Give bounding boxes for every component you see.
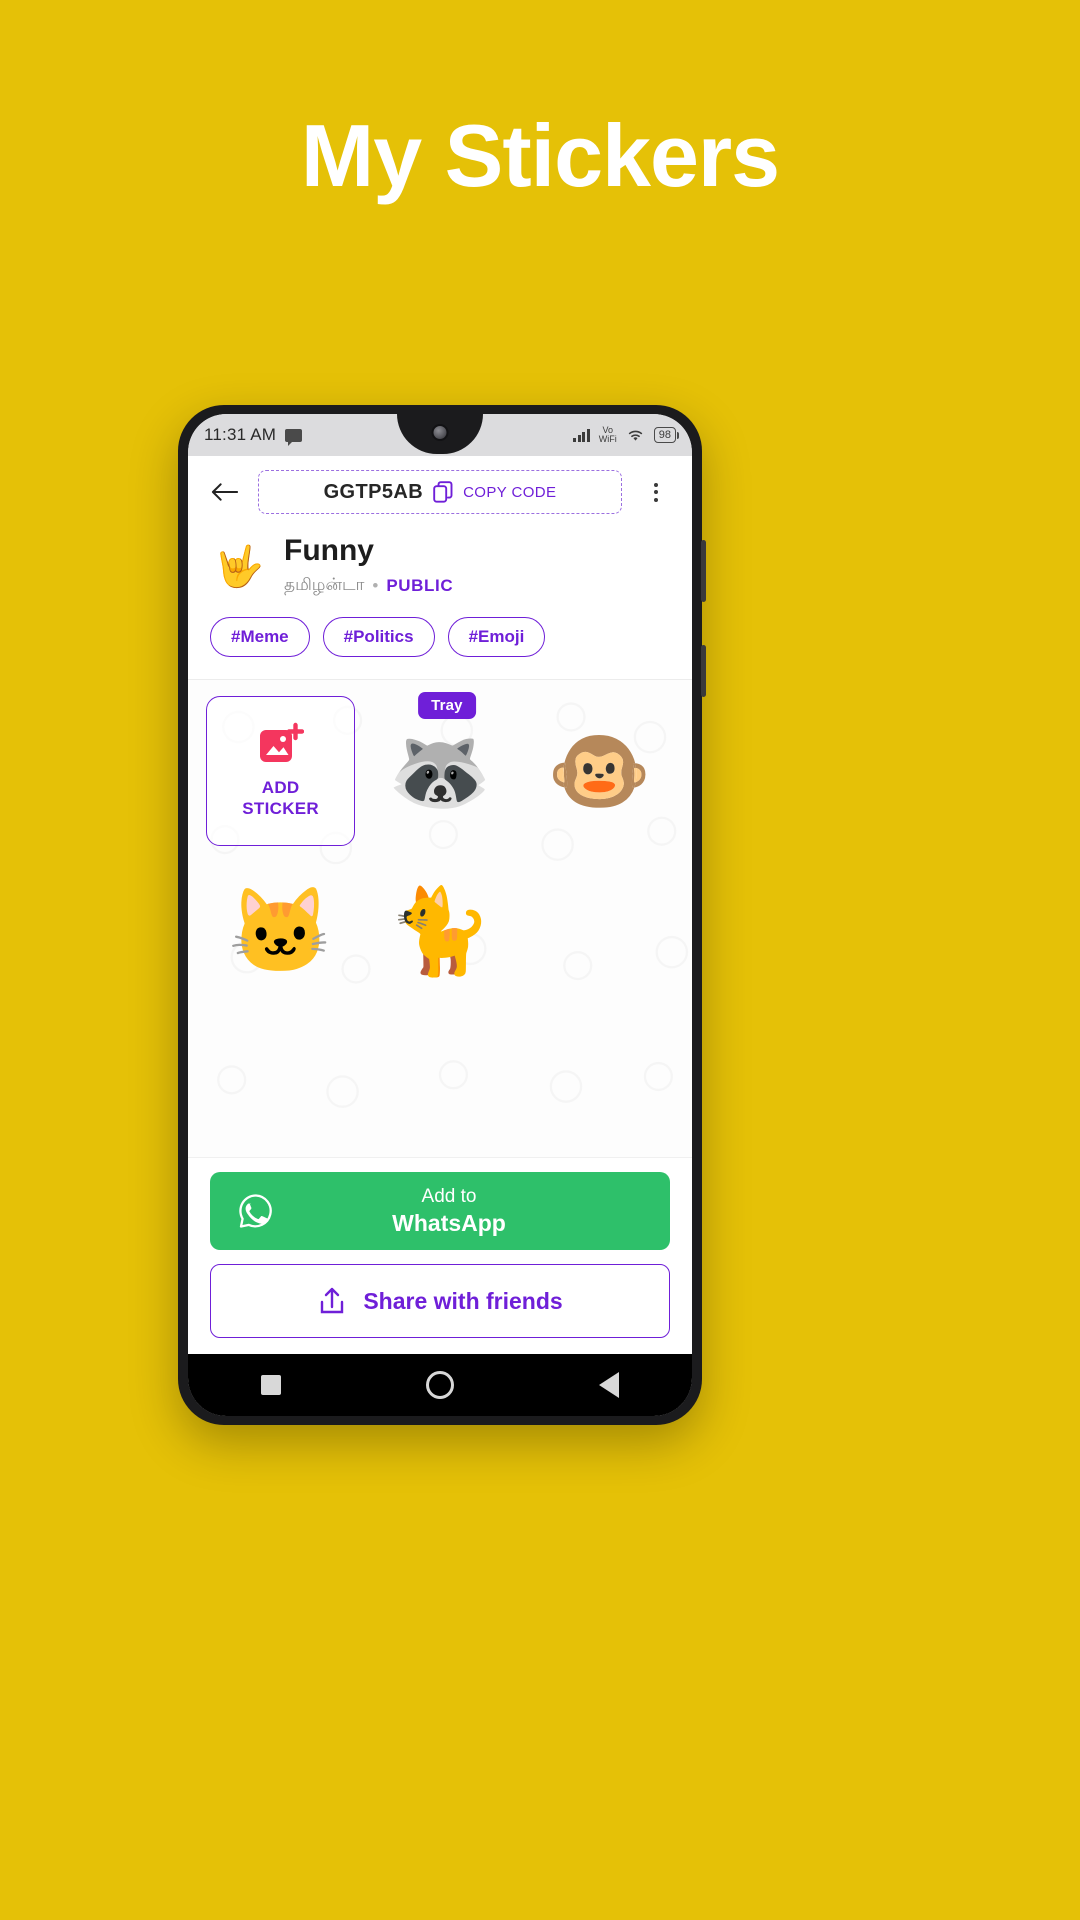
sticker-grid: ADD STICKER Tray 🦝 🐵 🐱 🐈	[188, 680, 692, 1022]
pack-visibility-badge: PUBLIC	[386, 575, 454, 595]
message-icon	[285, 428, 303, 446]
add-sticker-label-line2: STICKER	[242, 798, 320, 818]
back-arrow-icon[interactable]	[204, 472, 244, 512]
tag-politics[interactable]: #Politics	[322, 616, 435, 657]
whatsapp-label-line2: WhatsApp	[392, 1209, 506, 1236]
sticker-raccoon-rock: 🦝	[387, 723, 493, 818]
tag-meme[interactable]: #Meme	[210, 616, 310, 657]
status-bar-right: Vo WiFi 98	[573, 424, 680, 445]
grid-cell-sticker-3[interactable]: 🐱	[206, 856, 355, 1006]
phone-device-frame: 11:31 AM Vo WiFi 98 GGTP5AB COPY CODE 🤟 …	[178, 405, 706, 1425]
front-camera-icon	[431, 424, 449, 441]
signal-bars-icon	[573, 428, 590, 442]
home-circle-icon[interactable]	[425, 1371, 454, 1399]
add-sticker-label: ADD STICKER	[242, 778, 319, 819]
app-screen: 11:31 AM Vo WiFi 98 GGTP5AB COPY CODE 🤟 …	[188, 414, 692, 1416]
pack-thumbnail: 🤟	[214, 545, 264, 589]
pack-title: Funny	[284, 534, 374, 567]
status-bar: 11:31 AM Vo WiFi 98	[188, 414, 692, 456]
subtitle-separator: •	[372, 575, 379, 595]
tag-emoji[interactable]: #Emoji	[447, 616, 546, 657]
whatsapp-button-text: Add to WhatsApp	[294, 1185, 604, 1236]
whatsapp-icon	[239, 1194, 272, 1228]
phone-screen-container: 11:31 AM Vo WiFi 98 GGTP5AB COPY CODE 🤟 …	[188, 414, 692, 1416]
bottom-actions: Add to WhatsApp Share with friends	[188, 1157, 692, 1354]
grid-cell-empty	[525, 856, 674, 1006]
share-icon	[321, 1287, 344, 1314]
share-with-friends-button[interactable]: Share with friends	[210, 1264, 670, 1338]
status-bar-left: 11:31 AM	[204, 425, 303, 446]
sticker-cat-peek: 🐈	[387, 883, 493, 978]
grid-cell-sticker-2[interactable]: 🐵	[525, 696, 674, 846]
grid-cell-sticker-tray[interactable]: Tray 🦝	[365, 691, 514, 846]
add-sticker-button[interactable]: ADD STICKER	[206, 695, 356, 846]
tray-badge: Tray	[418, 691, 476, 719]
grid-cell-add: ADD STICKER	[206, 695, 356, 846]
add-sticker-label-line1: ADD	[261, 777, 300, 797]
overflow-menu-icon[interactable]	[636, 472, 676, 512]
pack-subtitle: தமிழன்டா • PUBLIC	[284, 575, 453, 597]
sticker-grid-area: ADD STICKER Tray 🦝 🐵 🐱 🐈	[188, 679, 692, 1157]
copy-icon	[433, 481, 453, 503]
add-image-icon	[259, 722, 304, 762]
power-button[interactable]	[701, 540, 706, 602]
status-time: 11:31 AM	[204, 425, 277, 444]
promo-headline: My Stickers	[300, 106, 780, 205]
share-label: Share with friends	[363, 1287, 563, 1314]
pack-header: 🤟 Funny தமிழன்டா • PUBLIC	[188, 528, 692, 597]
battery-level: 98	[658, 429, 671, 441]
whatsapp-label-line1: Add to	[421, 1186, 477, 1208]
back-triangle-icon[interactable]	[599, 1372, 620, 1398]
pack-author: தமிழன்டா	[284, 574, 365, 594]
system-navigation-bar	[188, 1354, 692, 1416]
app-bar: GGTP5AB COPY CODE	[188, 456, 692, 528]
volume-button[interactable]	[701, 645, 706, 697]
grid-cell-sticker-4[interactable]: 🐈	[365, 856, 514, 1006]
vowifi-line2: WiFi	[598, 434, 617, 444]
tag-list: #Meme #Politics #Emoji	[188, 596, 692, 679]
copy-code-chip[interactable]: GGTP5AB COPY CODE	[258, 470, 622, 514]
sticker-cat-box: 🐱	[228, 883, 333, 978]
wifi-icon	[628, 430, 642, 441]
vowifi-indicator: Vo WiFi	[598, 424, 617, 445]
vowifi-line1: Vo	[602, 424, 613, 435]
sticker-monkey-suit: 🐵	[547, 723, 652, 818]
battery-indicator: 98	[653, 427, 680, 443]
add-to-whatsapp-button[interactable]: Add to WhatsApp	[210, 1172, 670, 1250]
pack-code: GGTP5AB	[323, 480, 424, 503]
camera-notch	[397, 414, 483, 454]
recents-square-icon[interactable]	[260, 1375, 281, 1395]
copy-code-label: COPY CODE	[463, 483, 557, 501]
pack-header-text: Funny தமிழன்டா • PUBLIC	[284, 534, 453, 597]
